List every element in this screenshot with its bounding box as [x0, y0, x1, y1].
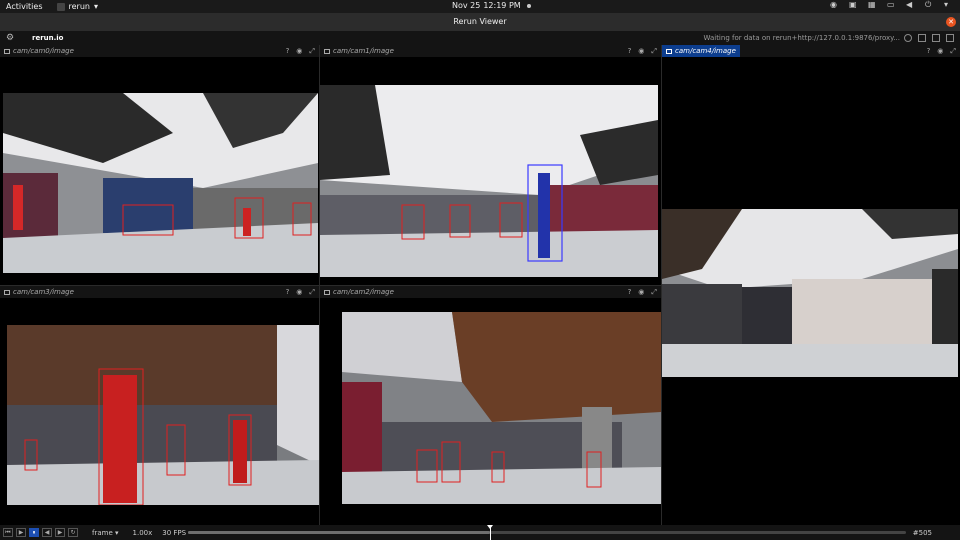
- step-forward-icon[interactable]: ▶: [55, 528, 65, 537]
- play-icon[interactable]: ▶: [16, 528, 26, 537]
- app-menu-label: rerun: [68, 2, 90, 11]
- playback-fps[interactable]: 30 FPS: [162, 529, 186, 537]
- view-cam3: cam/cam3/image ? ◉ ⤢: [0, 286, 319, 525]
- rerun-app-icon: [56, 2, 65, 11]
- bottom-panel-toggle-icon[interactable]: [932, 34, 940, 42]
- mall-scene-image: [342, 312, 661, 504]
- tab-cam2[interactable]: cam/cam2/image: [320, 286, 398, 298]
- playback-speed[interactable]: 1.00x: [133, 529, 153, 537]
- chevron-down-icon: ▾: [93, 2, 98, 11]
- system-top-bar: Activities rerun ▾ Nov 25 12:19 PM ◉ ▣ ▦…: [0, 0, 960, 13]
- mall-scene-image: [320, 85, 658, 277]
- steam-icon[interactable]: ◉: [830, 1, 838, 9]
- display-icon[interactable]: ▭: [887, 1, 895, 9]
- mall-scene-image: [7, 325, 319, 505]
- view-tab-bar: cam/cam3/image ? ◉ ⤢: [0, 286, 319, 298]
- clock[interactable]: Nov 25 12:19 PM: [452, 1, 531, 10]
- tab-label: cam/cam1/image: [333, 47, 394, 55]
- tab-cam1[interactable]: cam/cam1/image: [320, 45, 398, 57]
- volume-icon[interactable]: ◀: [906, 1, 914, 9]
- panel-toggles: [904, 34, 954, 42]
- camera-image[interactable]: [320, 85, 658, 277]
- maximize-icon[interactable]: ⤢: [651, 47, 657, 55]
- notification-dot-icon: [526, 3, 531, 8]
- view-tab-bar: cam/cam1/image ? ◉ ⤢: [320, 45, 661, 57]
- view-tab-bar: cam/cam0/image ? ◉ ⤢: [0, 45, 319, 57]
- tab-label: cam/cam0/image: [13, 47, 74, 55]
- rerun-logo-icon[interactable]: ⚙: [6, 33, 16, 43]
- rerun-top-panel: ⚙ rerun.io Waiting for data on rerun+htt…: [0, 31, 960, 45]
- playhead[interactable]: [486, 525, 493, 540]
- chevron-down-icon: ▾: [115, 528, 119, 537]
- view-tab-bar: cam/cam4/image ? ◉ ⤢: [662, 45, 960, 57]
- tab-cam0[interactable]: cam/cam0/image: [0, 45, 78, 57]
- image-view-icon: [324, 48, 330, 54]
- app-menu[interactable]: rerun ▾: [56, 2, 98, 11]
- maximize-icon[interactable]: ⤢: [950, 47, 956, 55]
- timeline-panel: ⏮ ▶ ⏸ ◀ ▶ ↻ frame ▾ 1.00x 30 FPS #505: [0, 525, 960, 540]
- notifications-icon[interactable]: [904, 34, 912, 42]
- visibility-eye-icon[interactable]: ◉: [638, 47, 644, 55]
- step-back-icon[interactable]: ◀: [42, 528, 52, 537]
- visibility-eye-icon[interactable]: ◉: [296, 288, 302, 296]
- clock-date: Nov 25: [452, 1, 481, 10]
- tab-cam3[interactable]: cam/cam3/image: [0, 286, 78, 298]
- window-title: Rerun Viewer: [453, 17, 507, 26]
- connection-status: Waiting for data on rerun+http://127.0.0…: [703, 34, 900, 42]
- power-icon[interactable]: ⏻: [925, 1, 933, 9]
- tab-label: cam/cam2/image: [333, 288, 394, 296]
- view-cam2: cam/cam2/image ? ◉ ⤢: [320, 286, 661, 525]
- help-icon[interactable]: ?: [286, 47, 290, 55]
- camera-image[interactable]: [7, 325, 319, 505]
- tab-label: cam/cam4/image: [675, 47, 736, 55]
- image-view-icon: [666, 48, 672, 54]
- activities-button[interactable]: Activities: [0, 2, 43, 11]
- network-icon[interactable]: ▦: [868, 1, 876, 9]
- system-tray: ◉ ▣ ▦ ▭ ◀ ⏻ ▾: [830, 1, 952, 9]
- image-view-icon: [4, 289, 10, 295]
- brand-label: rerun.io: [32, 34, 64, 42]
- view-cam4: cam/cam4/image ? ◉ ⤢: [662, 45, 960, 525]
- camera-image[interactable]: [3, 93, 318, 273]
- right-panel-toggle-icon[interactable]: [946, 34, 954, 42]
- image-view-icon: [4, 48, 10, 54]
- current-frame: #505: [912, 528, 932, 537]
- maximize-icon[interactable]: ⤢: [309, 288, 315, 296]
- help-icon[interactable]: ?: [628, 47, 632, 55]
- image-view-icon: [324, 289, 330, 295]
- close-window-button[interactable]: ✕: [946, 17, 956, 27]
- visibility-eye-icon[interactable]: ◉: [937, 47, 943, 55]
- tab-label: cam/cam3/image: [13, 288, 74, 296]
- visibility-eye-icon[interactable]: ◉: [638, 288, 644, 296]
- maximize-icon[interactable]: ⤢: [309, 47, 315, 55]
- time-scrubber[interactable]: [188, 525, 906, 540]
- pause-icon[interactable]: ⏸: [29, 528, 39, 537]
- tab-cam4[interactable]: cam/cam4/image: [662, 45, 740, 57]
- jump-start-icon[interactable]: ⏮: [3, 528, 13, 537]
- timeline-selector[interactable]: frame ▾: [92, 529, 119, 537]
- mall-scene-image: [3, 93, 318, 273]
- maximize-icon[interactable]: ⤢: [651, 288, 657, 296]
- camera-image[interactable]: [662, 209, 958, 377]
- mall-scene-image: [662, 209, 958, 377]
- timeline-name: frame: [92, 528, 113, 537]
- visibility-eye-icon[interactable]: ◉: [296, 47, 302, 55]
- clock-time: 12:19 PM: [483, 1, 521, 10]
- window-title-bar: Rerun Viewer ✕: [0, 13, 960, 31]
- chevron-down-icon[interactable]: ▾: [944, 1, 952, 9]
- left-panel-toggle-icon[interactable]: [918, 34, 926, 42]
- help-icon[interactable]: ?: [286, 288, 290, 296]
- view-cam1: cam/cam1/image ? ◉ ⤢: [320, 45, 661, 285]
- gpu-icon[interactable]: ▣: [849, 1, 857, 9]
- loop-icon[interactable]: ↻: [68, 528, 78, 537]
- camera-image[interactable]: [342, 312, 661, 504]
- view-cam0: cam/cam0/image ? ◉ ⤢: [0, 45, 319, 285]
- time-scrubber-fill: [188, 531, 490, 534]
- view-tab-bar: cam/cam2/image ? ◉ ⤢: [320, 286, 661, 298]
- help-icon[interactable]: ?: [927, 47, 931, 55]
- help-icon[interactable]: ?: [628, 288, 632, 296]
